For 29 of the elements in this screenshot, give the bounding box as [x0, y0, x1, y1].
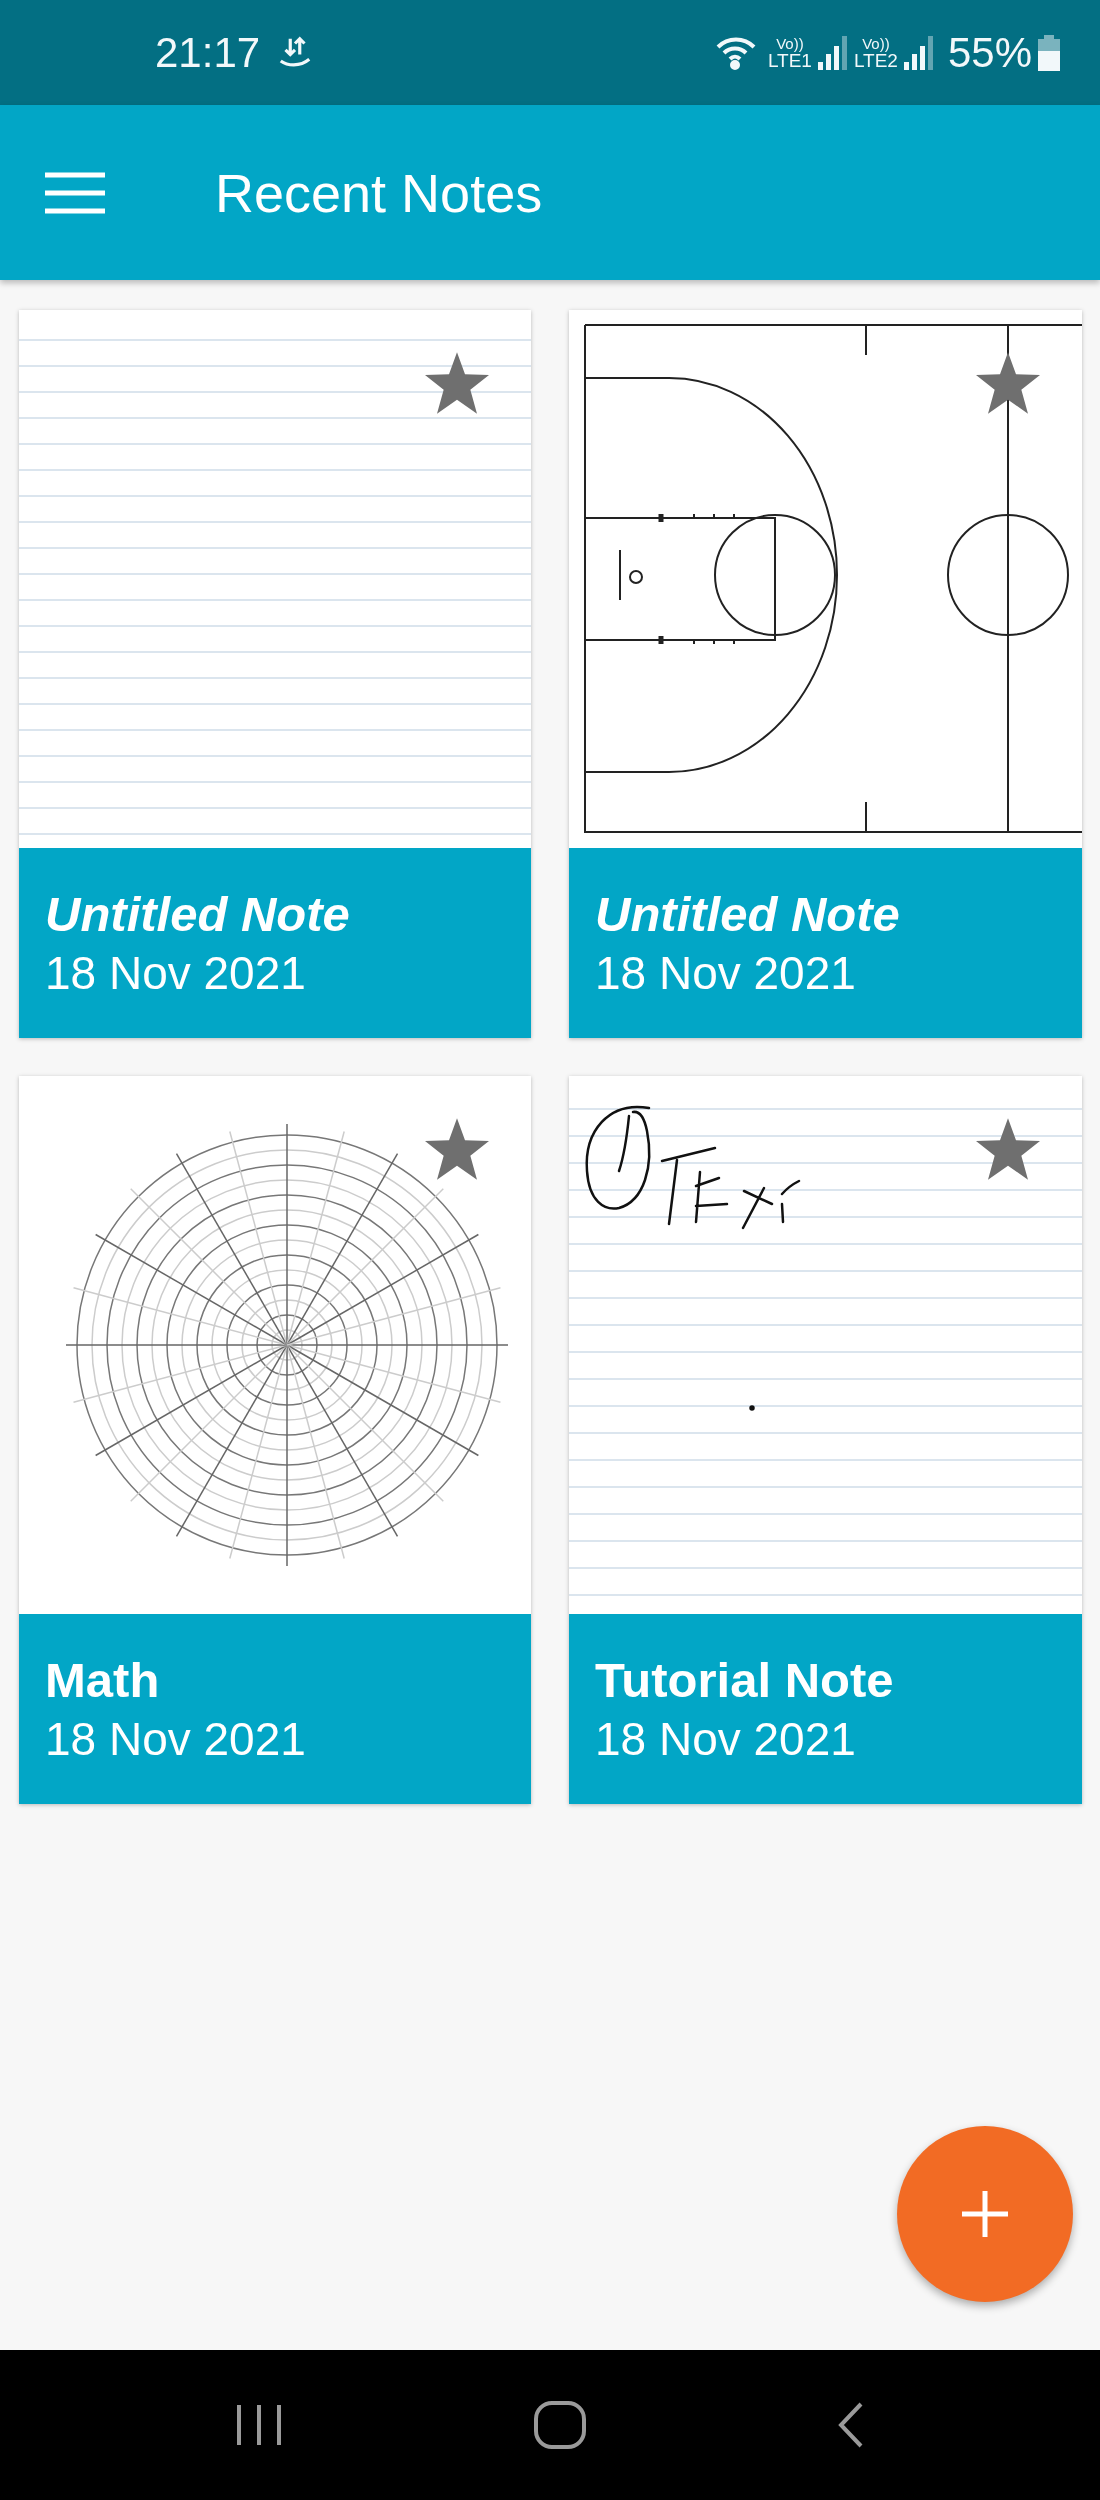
- note-date: 18 Nov 2021: [45, 945, 307, 1001]
- battery-icon: [1038, 34, 1060, 71]
- note-title: Untitled Note: [45, 885, 351, 943]
- note-card[interactable]: Tutorial Note 18 Nov 2021: [569, 1076, 1082, 1804]
- star-icon[interactable]: [976, 1118, 1040, 1180]
- star-icon[interactable]: [425, 352, 489, 414]
- star-icon[interactable]: [425, 1118, 489, 1180]
- note-title: Tutorial Note: [595, 1651, 895, 1709]
- note-date: 18 Nov 2021: [595, 1711, 857, 1767]
- note-title: Untitled Note: [595, 885, 901, 943]
- note-card[interactable]: Math 18 Nov 2021: [19, 1076, 531, 1804]
- menu-icon: [45, 171, 105, 214]
- note-date: 18 Nov 2021: [595, 945, 857, 1001]
- signal-icon: [903, 35, 934, 70]
- note-card[interactable]: Untitled Note 18 Nov 2021: [569, 310, 1082, 1038]
- battery-percentage: 55%: [947, 28, 1032, 77]
- note-title: Math: [45, 1651, 161, 1709]
- app-bar-title: Recent Notes: [215, 161, 543, 224]
- plus-icon: [960, 2189, 1010, 2239]
- star-icon[interactable]: [976, 352, 1040, 414]
- signal-icon: [817, 35, 848, 70]
- back-icon: [837, 2401, 865, 2449]
- volte-label: Vo)): [776, 35, 804, 51]
- volte-label: Vo)): [862, 35, 890, 51]
- clock-time: 21:17: [155, 28, 261, 77]
- recent-apps-icon: [235, 2403, 283, 2447]
- home-icon: [533, 2400, 587, 2450]
- note-date: 18 Nov 2021: [45, 1711, 307, 1767]
- note-card[interactable]: Untitled Note 18 Nov 2021: [19, 310, 531, 1038]
